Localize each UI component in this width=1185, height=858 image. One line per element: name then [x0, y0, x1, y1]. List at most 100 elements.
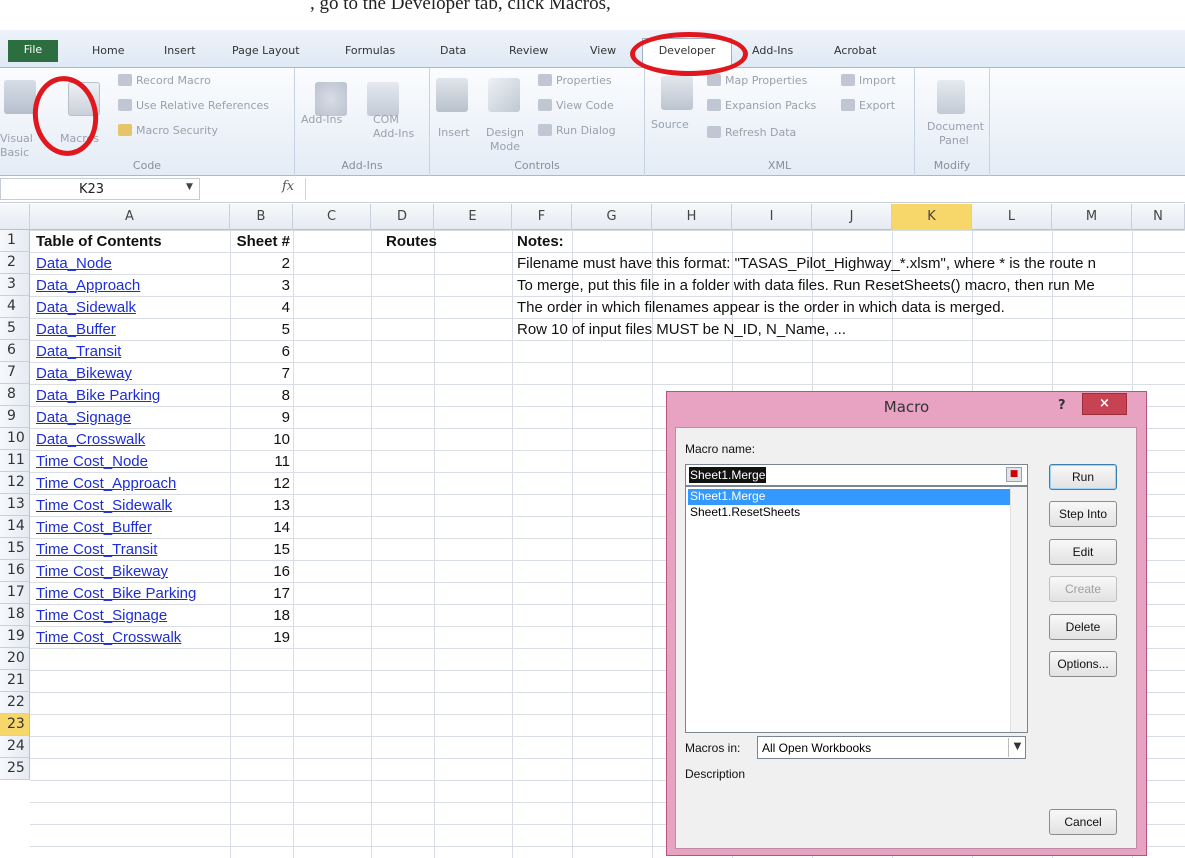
macro-list-scrollbar[interactable]	[1010, 487, 1027, 732]
sheet-number-cell[interactable]: 18	[230, 605, 290, 627]
sheet-number-cell[interactable]: 17	[230, 583, 290, 605]
sheet-number-cell[interactable]: 11	[230, 451, 290, 473]
row-header[interactable]: 24	[0, 736, 30, 758]
row-header[interactable]: 3	[0, 274, 30, 296]
sheet-number-cell[interactable]: 9	[230, 407, 290, 429]
row-header[interactable]: 20	[0, 648, 30, 670]
macro-list-item[interactable]: Sheet1.ResetSheets	[688, 505, 1010, 521]
row-header[interactable]: 19	[0, 626, 30, 648]
insert-control-button[interactable]: Insert	[438, 126, 470, 139]
design-mode-button[interactable]: Design	[486, 126, 524, 139]
row-header[interactable]: 11	[0, 450, 30, 472]
row-header[interactable]: 14	[0, 516, 30, 538]
name-box-dropdown-icon[interactable]: ▼	[186, 182, 193, 192]
column-header-f[interactable]: F	[512, 204, 572, 230]
toc-link-cell[interactable]: Data_Buffer	[36, 319, 116, 341]
sheet-number-cell[interactable]: 10	[230, 429, 290, 451]
toc-link-cell[interactable]: Time Cost_Transit	[36, 539, 157, 561]
column-header-h[interactable]: H	[652, 204, 732, 230]
toc-link-cell[interactable]: Time Cost_Bikeway	[36, 561, 168, 583]
tab-add-ins[interactable]: Add-Ins	[752, 44, 793, 57]
toc-link-cell[interactable]: Data_Bike Parking	[36, 385, 160, 407]
toc-link-cell[interactable]: Time Cost_Node	[36, 451, 148, 473]
sheet-number-cell[interactable]: 19	[230, 627, 290, 649]
row-header[interactable]: 10	[0, 428, 30, 450]
macro-list[interactable]: Sheet1.Merge Sheet1.ResetSheets	[685, 486, 1028, 733]
run-dialog-button[interactable]: Run Dialog	[538, 124, 616, 137]
options-button[interactable]: Options...	[1049, 651, 1117, 677]
sheet-number-cell[interactable]: 7	[230, 363, 290, 385]
sheet-number-cell[interactable]: 6	[230, 341, 290, 363]
visual-basic-button[interactable]: Visual	[0, 132, 33, 145]
view-code-button[interactable]: View Code	[538, 99, 614, 112]
column-header-l[interactable]: L	[972, 204, 1052, 230]
toc-link-cell[interactable]: Data_Sidewalk	[36, 297, 136, 319]
column-header-n[interactable]: N	[1132, 204, 1185, 230]
sheet-number-cell[interactable]: 14	[230, 517, 290, 539]
com-add-ins-button[interactable]: COM	[373, 113, 399, 126]
note-cell[interactable]: To merge, put this file in a folder with…	[517, 275, 1185, 297]
sheet-number-cell[interactable]: 4	[230, 297, 290, 319]
macro-name-input[interactable]: Sheet1.Merge	[685, 464, 1028, 486]
row-header[interactable]: 16	[0, 560, 30, 582]
row-header[interactable]: 2	[0, 252, 30, 274]
macro-security-button[interactable]: Macro Security	[118, 124, 218, 137]
column-header-j[interactable]: J	[812, 204, 892, 230]
add-ins-button[interactable]: Add-Ins	[301, 113, 342, 126]
column-header-b[interactable]: B	[230, 204, 293, 230]
row-header[interactable]: 22	[0, 692, 30, 714]
tab-view[interactable]: View	[590, 44, 616, 57]
cancel-button[interactable]: Cancel	[1049, 809, 1117, 835]
toc-link-cell[interactable]: Time Cost_Crosswalk	[36, 627, 181, 649]
sheet-number-cell[interactable]: 12	[230, 473, 290, 495]
sheet-number-cell[interactable]: 3	[230, 275, 290, 297]
macro-list-item[interactable]: Sheet1.Merge	[688, 489, 1010, 505]
step-into-button[interactable]: Step Into	[1049, 501, 1117, 527]
tab-acrobat[interactable]: Acrobat	[834, 44, 876, 57]
document-panel-button[interactable]: Document	[927, 120, 984, 133]
toc-link-cell[interactable]: Time Cost_Signage	[36, 605, 167, 627]
expansion-packs-button[interactable]: Expansion Packs	[707, 99, 816, 112]
row-header[interactable]: 18	[0, 604, 30, 626]
chevron-down-icon[interactable]: ▼	[1008, 738, 1026, 757]
properties-button[interactable]: Properties	[538, 74, 612, 87]
note-cell[interactable]: The order in which filenames appear is t…	[517, 297, 1185, 319]
row-header[interactable]: 13	[0, 494, 30, 516]
toc-link-cell[interactable]: Time Cost_Sidewalk	[36, 495, 172, 517]
row-header[interactable]: 1	[0, 230, 30, 252]
sheet-number-cell[interactable]: 16	[230, 561, 290, 583]
sheet-number-cell[interactable]: 15	[230, 539, 290, 561]
toc-link-cell[interactable]: Time Cost_Approach	[36, 473, 176, 495]
row-header[interactable]: 15	[0, 538, 30, 560]
run-button[interactable]: Run	[1049, 464, 1117, 490]
insert-function-icon[interactable]: fx	[282, 179, 294, 194]
note-cell[interactable]: Row 10 of input files MUST be N_ID, N_Na…	[517, 319, 1185, 341]
toc-link-cell[interactable]: Data_Crosswalk	[36, 429, 145, 451]
toc-link-cell[interactable]: Data_Transit	[36, 341, 121, 363]
source-button[interactable]: Source	[651, 118, 689, 131]
toc-link-cell[interactable]: Data_Node	[36, 253, 112, 275]
toc-link-cell[interactable]: Data_Bikeway	[36, 363, 132, 385]
close-button[interactable]: ×	[1082, 393, 1127, 415]
name-box[interactable]: K23	[0, 178, 200, 200]
row-header[interactable]: 9	[0, 406, 30, 428]
row-header[interactable]: 7	[0, 362, 30, 384]
map-properties-button[interactable]: Map Properties	[707, 74, 807, 87]
edit-button[interactable]: Edit	[1049, 539, 1117, 565]
toc-link-cell[interactable]: Time Cost_Buffer	[36, 517, 152, 539]
sheet-number-cell[interactable]: 2	[230, 253, 290, 275]
row-header[interactable]: 6	[0, 340, 30, 362]
toc-link-cell[interactable]: Data_Approach	[36, 275, 140, 297]
tab-data[interactable]: Data	[440, 44, 466, 57]
row-header[interactable]: 17	[0, 582, 30, 604]
import-button[interactable]: Import	[841, 74, 896, 87]
tab-insert[interactable]: Insert	[164, 44, 196, 57]
row-header[interactable]: 12	[0, 472, 30, 494]
column-header-i[interactable]: I	[732, 204, 812, 230]
notes-header-cell[interactable]: Notes:	[517, 231, 564, 253]
column-header-a[interactable]: A	[30, 204, 230, 230]
formula-input[interactable]	[305, 178, 1185, 200]
row-header[interactable]: 5	[0, 318, 30, 340]
help-icon[interactable]: ?	[1058, 398, 1066, 413]
column-header-e[interactable]: E	[434, 204, 512, 230]
